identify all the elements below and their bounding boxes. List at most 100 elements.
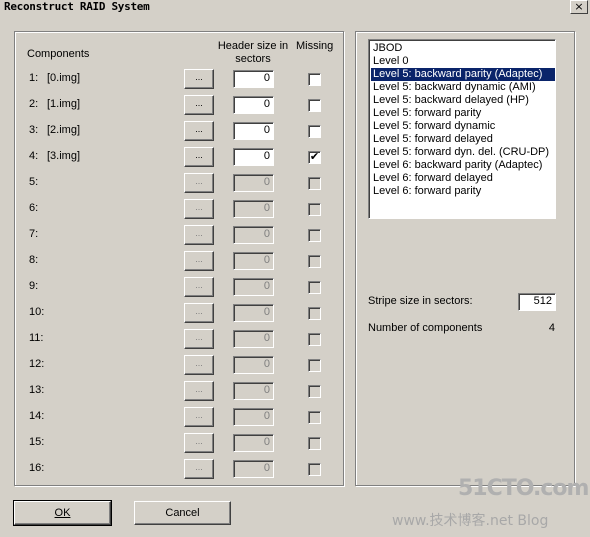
cancel-button-label: Cancel [165,507,200,519]
component-row: 16:... 0 [15,459,343,479]
header-size-input[interactable]: 0 [233,460,274,478]
close-button[interactable]: × [570,0,588,14]
component-filename: [2.img] [47,124,81,136]
raid-level-option[interactable]: Level 5: forward parity [371,107,555,120]
component-number: 3: [29,124,39,136]
browse-button[interactable]: ... [184,329,214,349]
stripe-size-label: Stripe size in sectors: [368,295,473,307]
header-size-input[interactable]: 0 [233,70,274,88]
component-row: 3: [2.img]... 0 [15,121,343,141]
missing-checkbox[interactable] [308,281,321,294]
missing-checkbox[interactable] [308,333,321,346]
header-size-input[interactable]: 0 [233,408,274,426]
missing-header: Missing [296,40,334,52]
num-components-label: Number of components [368,322,483,334]
raid-level-option[interactable]: Level 6: forward parity [371,185,555,198]
header-size-input[interactable]: 0 [233,148,274,166]
browse-button[interactable]: ... [184,69,214,89]
component-row: 1: [0.img]... 0 [15,69,343,89]
header-size-input[interactable]: 0 [233,382,274,400]
raid-level-option[interactable]: Level 5: backward dynamic (AMI) [371,81,555,94]
raid-level-option[interactable]: Level 5: backward delayed (HP) [371,94,555,107]
browse-button[interactable]: ... [184,303,214,323]
component-number: 8: [29,254,39,266]
browse-button[interactable]: ... [184,199,214,219]
header-size-input[interactable]: 0 [233,356,274,374]
browse-button[interactable]: ... [184,381,214,401]
browse-button[interactable]: ... [184,407,214,427]
component-row: 9:... 0 [15,277,343,297]
components-header: Components [27,48,90,60]
component-row: 7:... 0 [15,225,343,245]
browse-button[interactable]: ... [184,355,214,375]
component-number: 14: [29,410,45,422]
browse-button[interactable]: ... [184,277,214,297]
raid-level-listbox[interactable]: JBOD Level 0 Level 5: backward parity (Ada… [368,39,556,219]
missing-checkbox[interactable] [308,307,321,320]
browse-button[interactable]: ... [184,147,214,167]
raid-level-option[interactable]: Level 5: forward dyn. del. (CRU-DP) [371,146,555,159]
header-size-input[interactable]: 0 [233,330,274,348]
browse-button[interactable]: ... [184,433,214,453]
watermark-logo: 51CTO.com [458,476,589,501]
component-row: 11:... 0 [15,329,343,349]
stripe-size-input[interactable]: 512 [518,293,556,311]
watermark-text: www.技术博客.net Blog [392,513,549,529]
ok-button-label: OK [54,507,71,519]
missing-checkbox[interactable] [308,385,321,398]
raid-level-option[interactable]: Level 6: forward delayed [371,172,555,185]
browse-button[interactable]: ... [184,173,214,193]
component-number: 2: [29,98,39,110]
component-number: 1: [29,72,39,84]
raid-level-option[interactable]: JBOD [371,42,555,55]
missing-checkbox[interactable] [308,437,321,450]
component-number: 16: [29,462,45,474]
component-number: 11: [29,332,44,344]
window-title: Reconstruct RAID System [4,0,150,13]
missing-checkbox[interactable] [308,73,321,86]
header-size-input[interactable]: 0 [233,96,274,114]
browse-button[interactable]: ... [184,121,214,141]
component-number: 10: [29,306,45,318]
component-row: 13:... 0 [15,381,343,401]
missing-checkbox[interactable] [308,359,321,372]
browse-button[interactable]: ... [184,459,214,479]
component-row: 15:... 0 [15,433,343,453]
raid-level-option[interactable]: Level 5: forward delayed [371,133,555,146]
missing-checkbox[interactable] [308,177,321,190]
missing-checkbox[interactable] [308,411,321,424]
missing-checkbox[interactable]: ✔ [308,151,321,164]
component-row: 12:... 0 [15,355,343,375]
header-size-input[interactable]: 0 [233,304,274,322]
header-size-input[interactable]: 0 [233,200,274,218]
raid-level-option[interactable]: Level 5: backward parity (Adaptec) [371,68,555,81]
missing-checkbox[interactable] [308,229,321,242]
component-row: 2: [1.img]... 0 [15,95,343,115]
header-size-input[interactable]: 0 [233,434,274,452]
header-size-input[interactable]: 0 [233,174,274,192]
title-bar: Reconstruct RAID System × [0,0,590,14]
component-filename: [1.img] [47,98,81,110]
header-size-input[interactable]: 0 [233,226,274,244]
component-row: 4: [3.img]... 0 ✔ [15,147,343,167]
raid-level-option[interactable]: Level 0 [371,55,555,68]
missing-checkbox[interactable] [308,203,321,216]
header-size-input[interactable]: 0 [233,252,274,270]
browse-button[interactable]: ... [184,251,214,271]
raid-settings-panel: JBOD Level 0 Level 5: backward parity (Ada… [355,31,575,486]
missing-checkbox[interactable] [308,463,321,476]
missing-checkbox[interactable] [308,99,321,112]
component-number: 15: [29,436,45,448]
missing-checkbox[interactable] [308,125,321,138]
missing-checkbox[interactable] [308,255,321,268]
browse-button[interactable]: ... [184,95,214,115]
cancel-button[interactable]: Cancel [134,501,231,525]
browse-button[interactable]: ... [184,225,214,245]
component-number: 12: [29,358,45,370]
ok-button[interactable]: OK [13,500,112,526]
raid-level-option[interactable]: Level 5: forward dynamic [371,120,555,133]
header-size-input[interactable]: 0 [233,278,274,296]
header-size-input[interactable]: 0 [233,122,274,140]
raid-level-option[interactable]: Level 6: backward parity (Adaptec) [371,159,555,172]
reconstruct-raid-dialog: Reconstruct RAID System × Components Hea… [0,0,590,537]
